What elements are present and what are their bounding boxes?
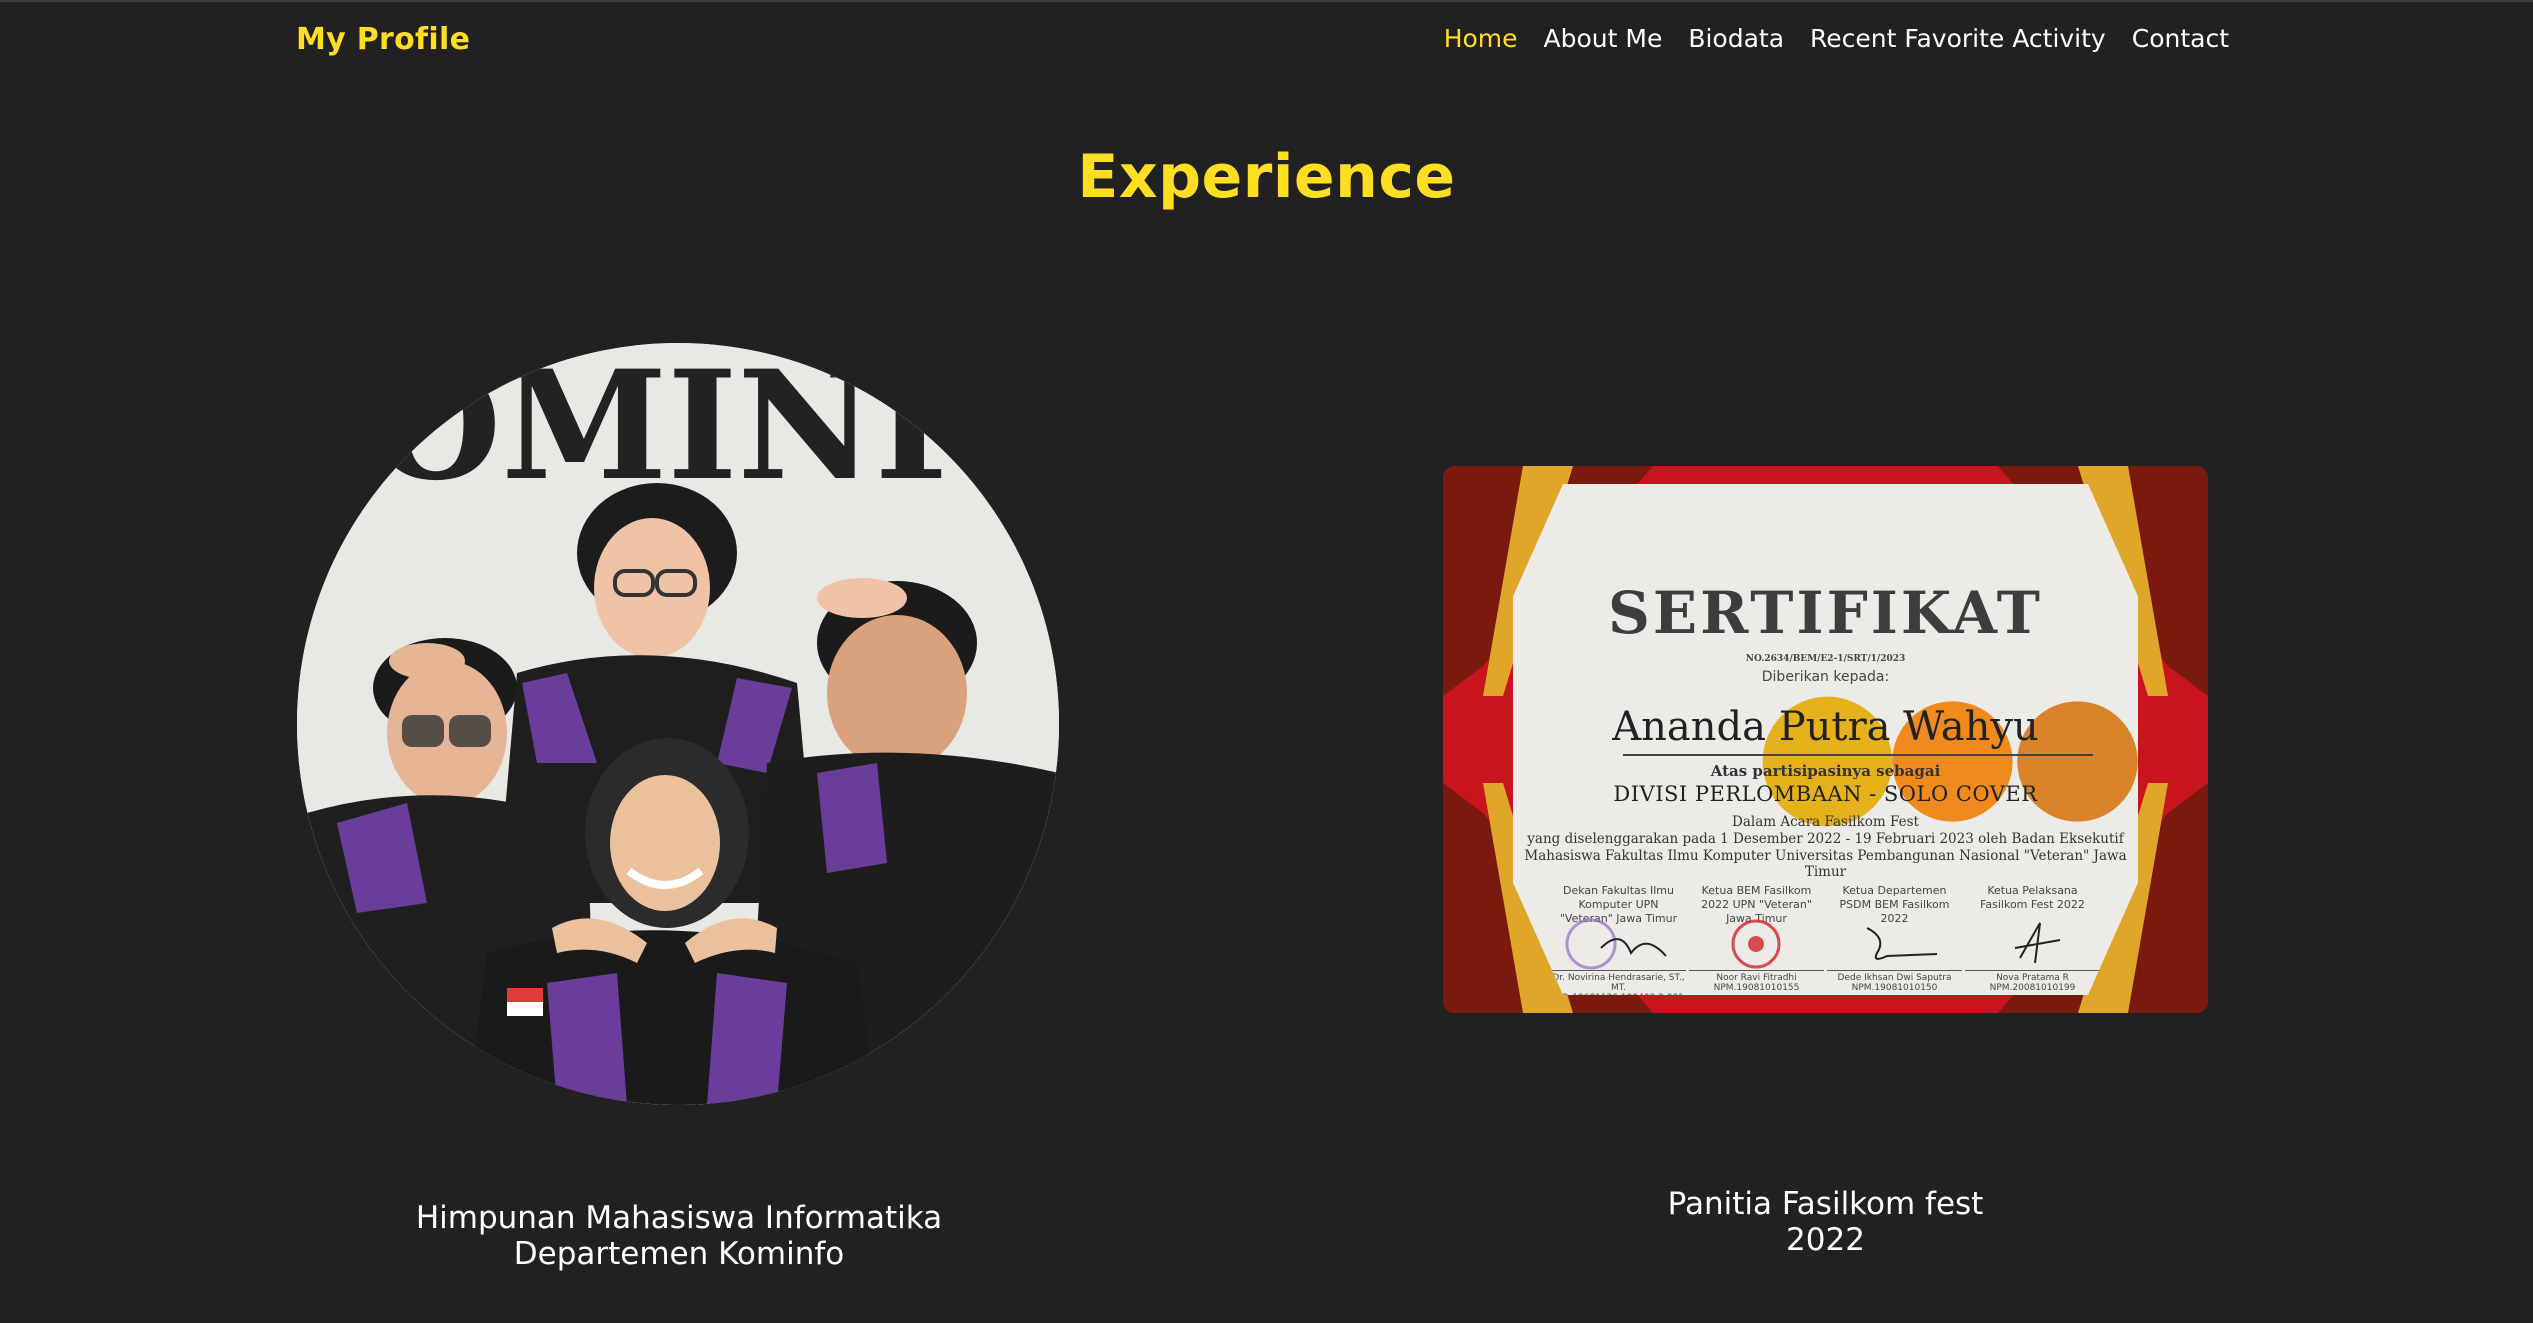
signature-name: Dr. Novirina Hendrasarie, ST., MT. [1551, 970, 1686, 993]
signature-stamp-icon [1689, 918, 1824, 970]
signature-role: Ketua Pelaksana Fasilkom Fest 2022 [1980, 884, 2085, 911]
signature-role: Dekan Fakultas Ilmu Komputer UPN "Vetera… [1559, 884, 1678, 925]
certificate-title: SERTIFIKAT [1608, 579, 2043, 647]
certificate-paper: SERTIFIKAT NO.2634/BEM/E2-1/SRT/1/2023 D… [1513, 484, 2138, 995]
signature-name: Dede Ikhsan Dwi Saputra [1827, 970, 1962, 983]
signature-name: Noor Ravi Fitradhi [1689, 970, 1824, 983]
certificate-recipient-name: Ananda Putra Wahyu [1612, 704, 2039, 750]
certificate-division: DIVISI PERLOMBAAN - SOLO COVER [1613, 782, 2038, 806]
top-border [0, 0, 2533, 2]
brand-logo[interactable]: My Profile [296, 22, 470, 57]
certificate-name-rule [1623, 754, 2093, 756]
caption-line2: 2022 [1786, 1222, 1865, 1258]
certificate-faculty: Mahasiswa Fakultas Ilmu Komputer Univers… [1524, 848, 2127, 880]
nav-home[interactable]: Home [1444, 24, 1518, 53]
nav-contact[interactable]: Contact [2132, 24, 2229, 53]
certificate-number: NO.2634/BEM/E2-1/SRT/1/2023 [1745, 654, 1906, 664]
nav-biodata[interactable]: Biodata [1688, 24, 1784, 53]
signature-stamp-icon [1551, 918, 1686, 970]
certificate-signatures: Dekan Fakultas Ilmu Komputer UPN "Vetera… [1551, 884, 2100, 995]
certificate-participation: Atas partisipasinya sebagai [1710, 762, 1941, 780]
experience-certificate: SERTIFIKAT NO.2634/BEM/E2-1/SRT/1/2023 D… [1443, 466, 2208, 1013]
signature-id: NPM.19081010150 [1851, 983, 1938, 993]
certificate-given-to: Diberikan kepada: [1761, 669, 1890, 685]
caption-line2: Departemen Kominfo [513, 1236, 845, 1272]
experience-caption-kominfo: Himpunan Mahasiswa Informatika Departeme… [298, 1200, 1060, 1272]
caption-line1: Panitia Fasilkom fest [1667, 1186, 1984, 1222]
signature-block: Dekan Fakultas Ilmu Komputer UPN "Vetera… [1551, 884, 1686, 995]
signature-name: Nova Pratama R [1965, 970, 2100, 983]
main-nav: Home About Me Biodata Recent Favorite Ac… [1444, 24, 2229, 53]
section-title: Experience [1077, 142, 1456, 212]
experience-photo-kominfo: KOMINFO [297, 343, 1059, 1105]
certificate-event: Dalam Acara Fasilkom Fest [1732, 814, 1919, 830]
signature-icon [1827, 918, 1962, 970]
signature-role: Ketua Departemen PSDM BEM Fasilkom 2022 [1839, 884, 1950, 925]
signature-role: Ketua BEM Fasilkom 2022 UPN "Veteran" Ja… [1701, 884, 1812, 925]
certificate-held: yang diselenggarakan pada 1 Desember 202… [1527, 831, 2124, 847]
signature-block: Ketua Departemen PSDM BEM Fasilkom 2022 … [1827, 884, 1962, 995]
experience-caption-fasilkom: Panitia Fasilkom fest 2022 [1443, 1186, 2208, 1258]
caption-line1: Himpunan Mahasiswa Informatika [415, 1200, 943, 1236]
nav-recent-favorite-activity[interactable]: Recent Favorite Activity [1810, 24, 2106, 53]
signature-icon [1965, 918, 2100, 970]
signature-block: Ketua Pelaksana Fasilkom Fest 2022 Nova … [1965, 884, 2100, 995]
signature-id: NPM.20081010199 [1989, 983, 2076, 993]
signature-id: NPM.19081010155 [1713, 983, 1800, 993]
nav-about-me[interactable]: About Me [1544, 24, 1663, 53]
signature-block: Ketua BEM Fasilkom 2022 UPN "Veteran" Ja… [1689, 884, 1824, 995]
